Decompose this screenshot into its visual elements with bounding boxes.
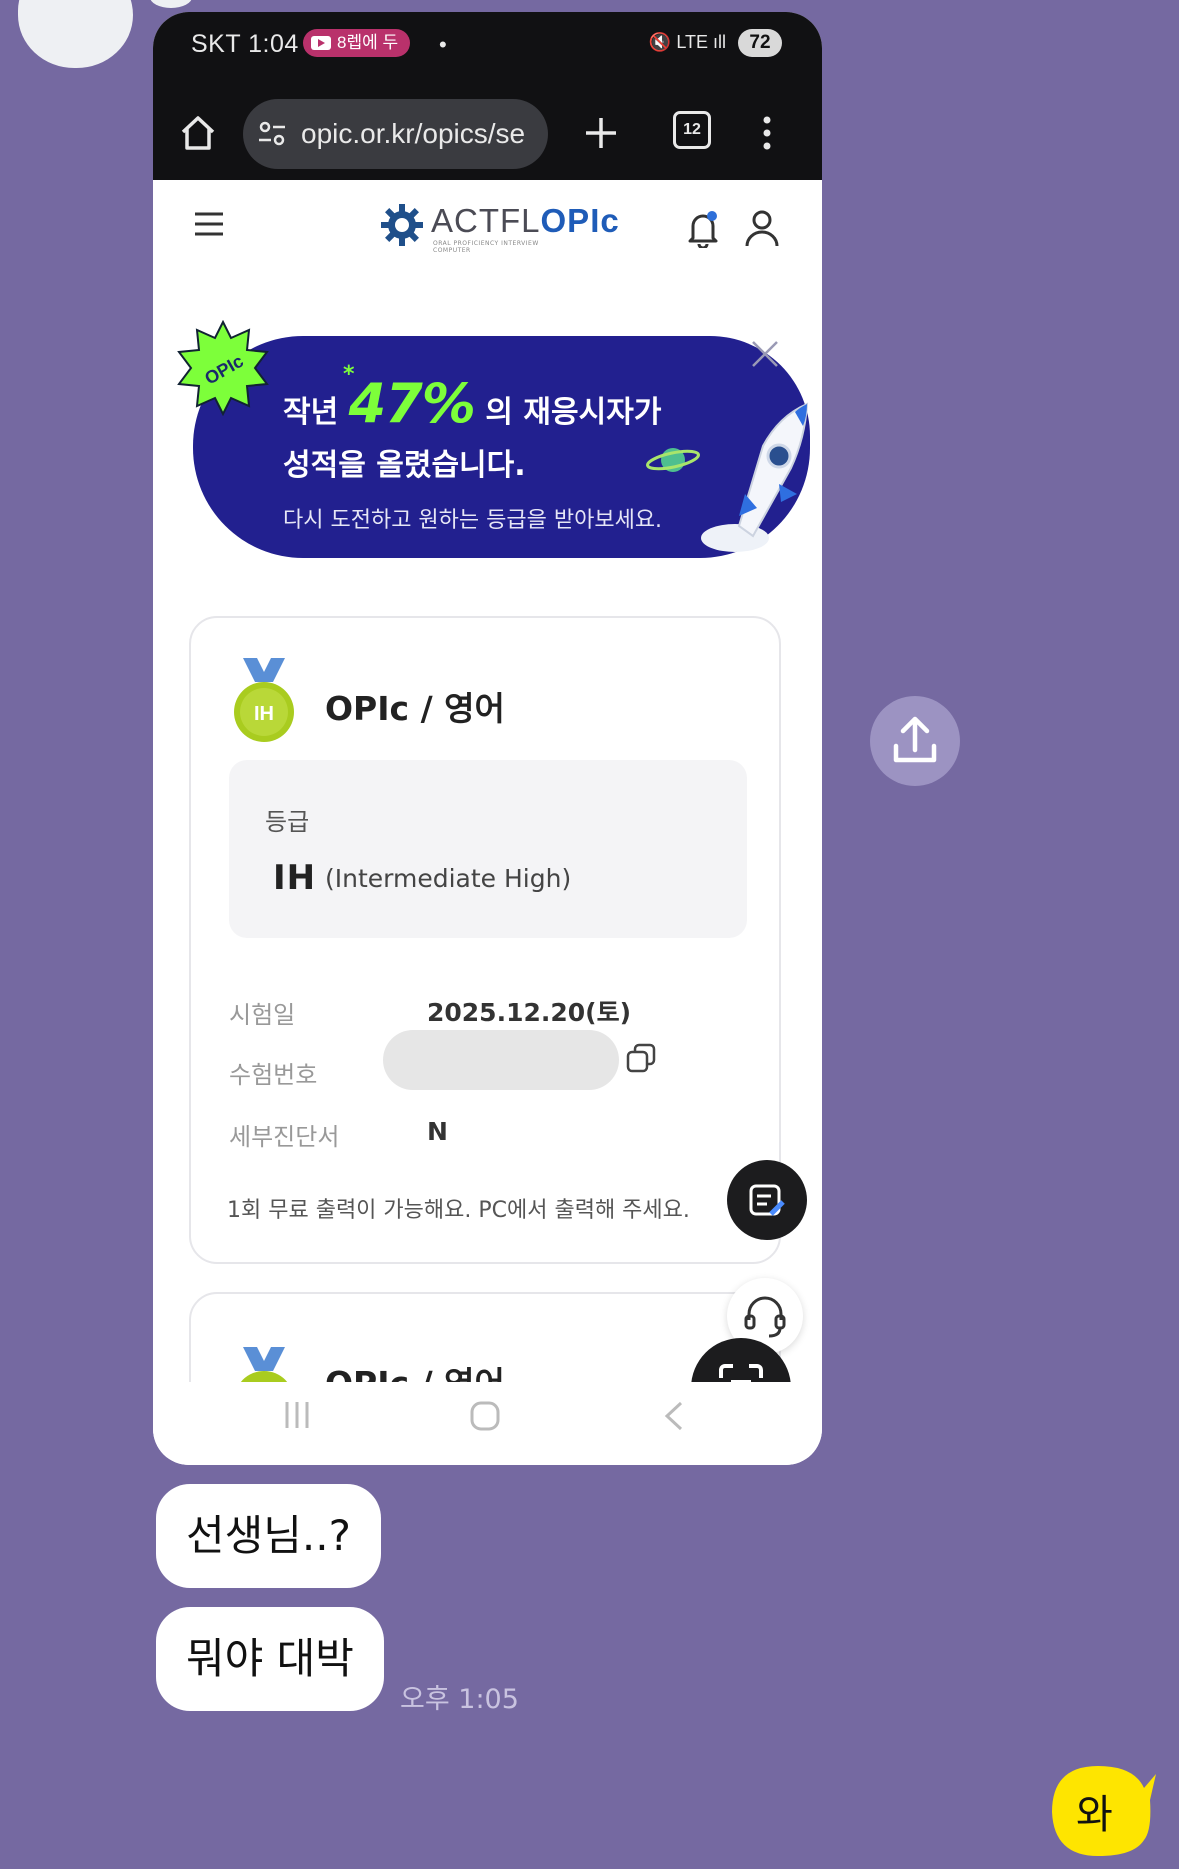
grade-description: (Intermediate High) — [325, 864, 572, 893]
url-text: opic.or.kr/opics/se — [301, 118, 526, 149]
exam-date-label: 시험일 — [229, 1001, 296, 1029]
detail-report-value: N — [427, 1117, 448, 1146]
exam-title: OPIc / 영어 — [325, 689, 505, 728]
status-time: SKT 1:04 — [191, 30, 299, 58]
exam-title-2: OPIc / 영어 — [325, 1357, 505, 1383]
tab-switcher-button[interactable]: 12 — [673, 111, 711, 149]
banner-close-icon[interactable] — [749, 338, 781, 370]
exam-number-label: 수험번호 — [229, 1061, 318, 1089]
youtube-icon — [311, 36, 331, 50]
phone-status-bar: SKT 1:04 8렙에 두 • 🔇 LTE ıll 72 — [153, 12, 822, 88]
detail-report-label: 세부진단서 — [229, 1123, 340, 1151]
battery-icon: 72 — [738, 29, 782, 57]
shared-screenshot[interactable]: SKT 1:04 8렙에 두 • 🔇 LTE ıll 72 opic.or.kr… — [153, 12, 822, 1465]
nav-home-icon[interactable] — [469, 1400, 501, 1432]
opic-starburst-badge: OPIc — [177, 320, 269, 416]
site-header: ACTFLOPIc ORAL PROFICIENCY INTERVIEW COM… — [153, 180, 822, 276]
exam-date-value: 2025.12.20(토) — [427, 998, 632, 1027]
banner-highlight-number: 47% — [348, 372, 476, 435]
avatar-fragment — [150, 0, 192, 8]
recent-apps-icon[interactable] — [281, 1400, 313, 1430]
logo-gear-icon — [381, 204, 423, 246]
notification-pill: 8렙에 두 — [303, 29, 411, 57]
planet-illustration — [646, 448, 700, 472]
share-icon — [893, 716, 937, 763]
nav-back-icon[interactable] — [661, 1400, 687, 1432]
notification-pill-text: 8렙에 두 — [337, 33, 399, 52]
actfl-opic-logo[interactable]: ACTFLOPIc ORAL PROFICIENCY INTERVIEW COM… — [379, 202, 619, 258]
browser-toolbar: opic.or.kr/opics/se 12 — [153, 88, 822, 180]
memo-edit-icon — [749, 1184, 785, 1216]
user-profile-icon[interactable] — [743, 208, 781, 248]
hamburger-menu-icon[interactable] — [193, 210, 225, 238]
grade-box — [229, 760, 747, 938]
banner-headline-line1: 작년 47% 의 재응시자가 — [283, 372, 662, 435]
grade-label: 등급 — [265, 808, 310, 836]
android-nav-bar — [153, 1382, 822, 1465]
notification-bell-icon[interactable] — [685, 208, 721, 248]
print-notice: 1회 무료 출력이 가능해요. PC에서 출력해 주세요. — [227, 1198, 690, 1223]
message-bubble-1[interactable]: 선생님..? — [156, 1484, 381, 1588]
message-timestamp: 오후 1:05 — [400, 1684, 519, 1715]
status-dot: • — [439, 32, 447, 57]
more-menu-icon[interactable] — [759, 110, 775, 156]
home-icon — [181, 116, 215, 150]
url-field[interactable]: opic.or.kr/opics/se — [243, 99, 548, 169]
medal-text: IH — [254, 703, 274, 725]
copy-icon[interactable] — [625, 1042, 657, 1074]
banner-headline-line2: 성적을 올렸습니다. — [283, 448, 526, 483]
grade-code: IH — [273, 858, 317, 898]
logo-subtitle: ORAL PROFICIENCY INTERVIEW COMPUTER — [433, 240, 539, 254]
logo-wordmark: ACTFLOPIc — [431, 202, 620, 239]
redacted-exam-number — [383, 1030, 619, 1090]
message-bubble-2[interactable]: 뭐야 대박 — [156, 1607, 384, 1711]
new-tab-icon[interactable] — [578, 110, 624, 156]
signal-icons: 🔇 LTE ıll — [648, 32, 726, 52]
edit-fab-button[interactable] — [727, 1160, 807, 1240]
sender-avatar[interactable] — [18, 0, 133, 68]
ih-medal-icon: IH — [234, 658, 294, 742]
medal-icon-2 — [237, 1347, 291, 1387]
share-button[interactable] — [870, 696, 960, 786]
banner-subtext: 다시 도전하고 원하는 등급을 받아보세요. — [283, 508, 663, 533]
my-message-text: 와 — [1076, 1792, 1113, 1838]
rocket-illustration — [701, 402, 809, 552]
site-settings-icon — [259, 121, 285, 146]
